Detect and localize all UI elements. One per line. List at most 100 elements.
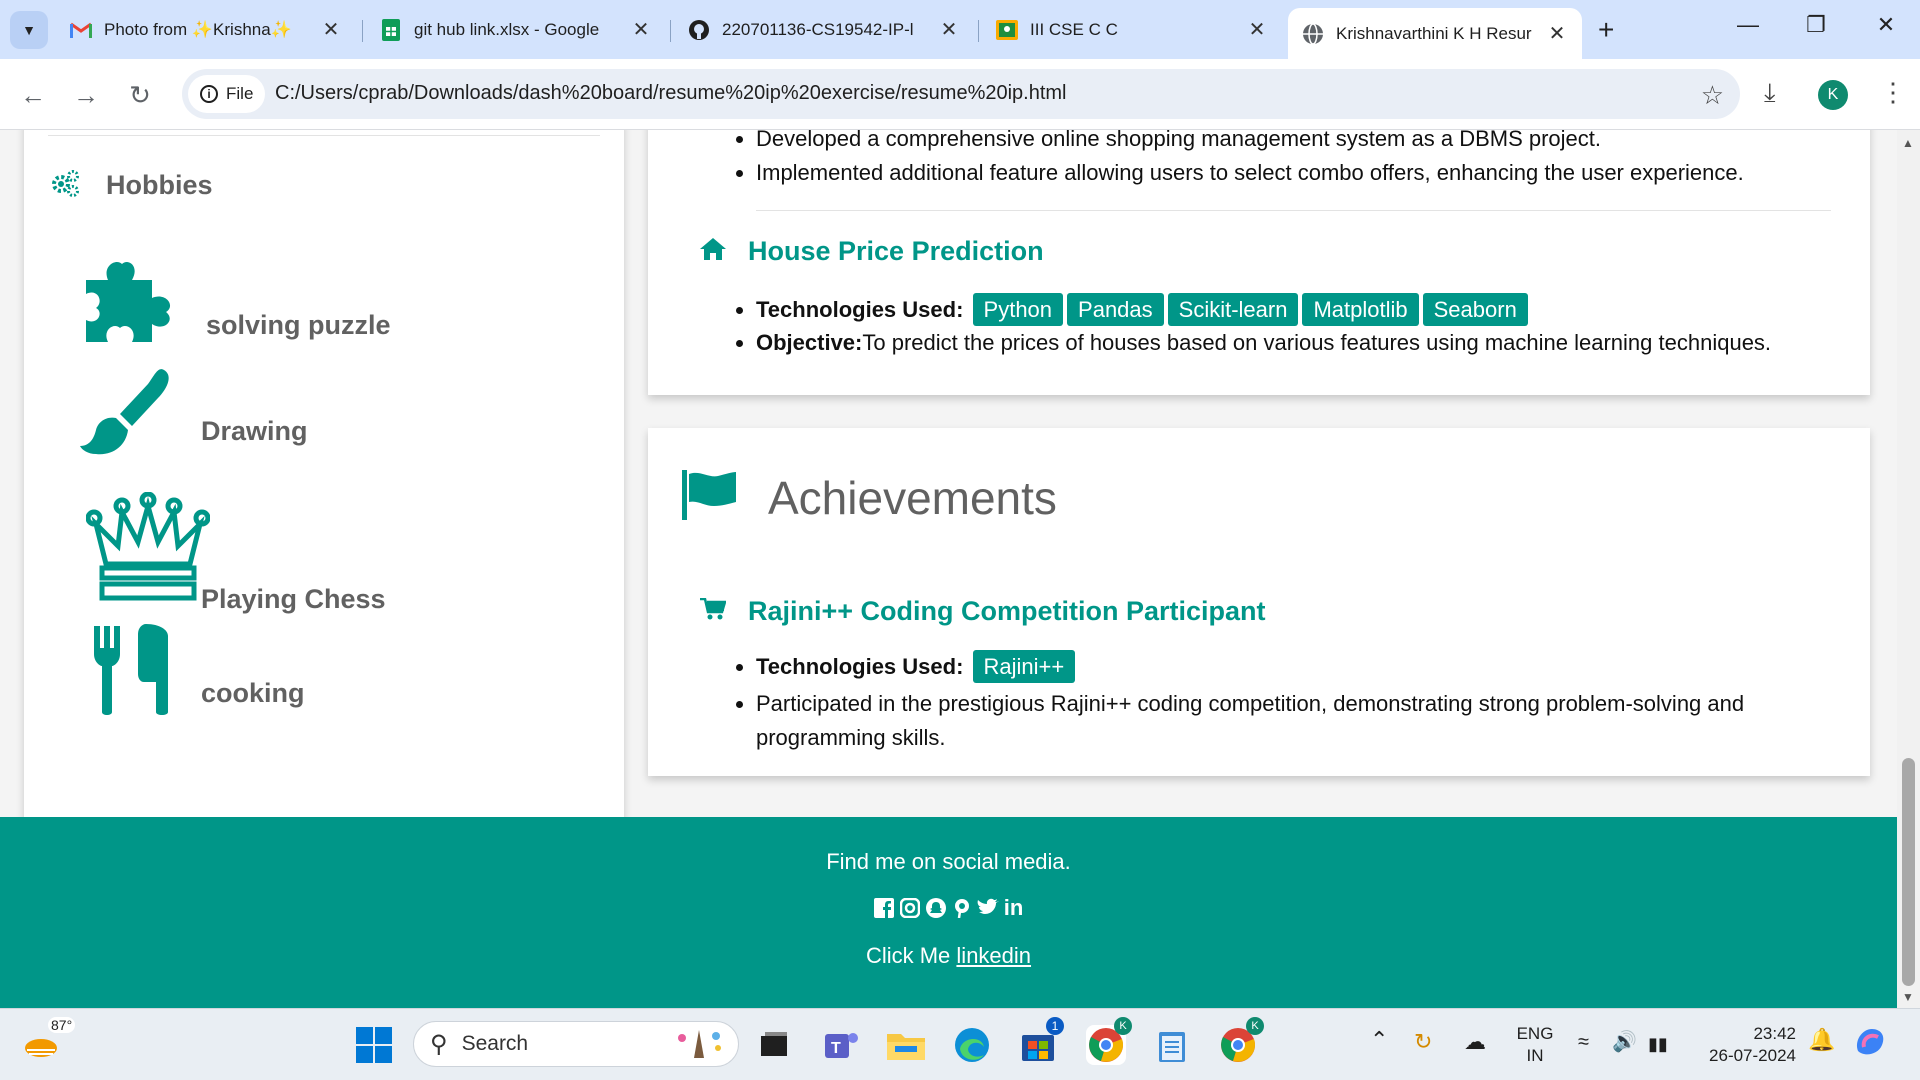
windows-start-icon[interactable] [354, 1025, 394, 1065]
url-text[interactable]: C:/Users/cprab/Downloads/dash%20board/re… [275, 82, 1067, 105]
tab-title: Photo from ✨Krishna✨ [104, 19, 292, 39]
linkedin-link[interactable]: linkedin [956, 943, 1031, 968]
copilot-icon[interactable] [1852, 1023, 1888, 1065]
sync-icon[interactable]: ↻ [1414, 1031, 1432, 1053]
project-title: House Price Prediction [748, 236, 1044, 266]
tab-separator [978, 20, 979, 42]
close-icon[interactable]: ✕ [320, 17, 342, 42]
tab-github[interactable]: 220701136-CS19542-IP-l ✕ [674, 8, 974, 51]
task-view-icon[interactable] [754, 1025, 794, 1065]
scrollbar-thumb[interactable] [1902, 758, 1915, 986]
file-explorer-icon[interactable] [886, 1025, 926, 1065]
home-icon [700, 238, 726, 265]
hobby-label: solving puzzle [206, 310, 391, 340]
tab-resume-active[interactable]: Krishnavarthini K H Resur ✕ [1288, 8, 1582, 59]
page-viewport: Hobbies solving puzzle Drawing Playing C… [0, 130, 1897, 1008]
notification-badge: 1 [1046, 1017, 1064, 1035]
profile-avatar[interactable]: K [1818, 80, 1848, 110]
weather-temperature: 87° [48, 1017, 76, 1033]
hobbies-heading: Hobbies [50, 168, 213, 203]
search-placeholder: Search [461, 1032, 529, 1055]
clock[interactable]: 23:42 26-07-2024 [1700, 1023, 1796, 1067]
volume-icon[interactable]: 🔊 [1612, 1031, 1637, 1053]
linkedin-icon[interactable]: in [1003, 895, 1025, 920]
chevron-up-icon[interactable]: ⌃ [1370, 1029, 1388, 1051]
clock-date: 26-07-2024 [1709, 1046, 1796, 1065]
objective-label: Objective: [756, 330, 863, 355]
list-item: Technologies Used: PythonPandasScikit-le… [756, 293, 1771, 326]
tech-label: Technologies Used: [756, 297, 964, 322]
tab-search-button[interactable]: ▼ [10, 11, 48, 49]
list-item: Objective:To predict the prices of house… [756, 330, 1771, 356]
teams-icon[interactable]: T [820, 1025, 860, 1065]
gears-icon [50, 168, 80, 203]
close-icon[interactable]: ✕ [938, 17, 960, 42]
close-icon[interactable]: ✕ [1246, 17, 1268, 42]
scroll-up-icon[interactable]: ▲ [1902, 136, 1914, 150]
paintbrush-icon [80, 366, 172, 463]
tech-tag: Pandas [1067, 293, 1164, 326]
chrome-icon[interactable]: K [1218, 1017, 1264, 1065]
back-arrow-icon[interactable]: ← [17, 79, 49, 111]
twitter-icon[interactable] [977, 897, 999, 919]
download-icon[interactable]: ⤓ [1764, 77, 1776, 109]
battery-icon[interactable]: ▮▮ [1648, 1033, 1668, 1055]
close-icon[interactable]: ✕ [1546, 21, 1568, 46]
chess-queen-icon [85, 491, 211, 609]
bookmark-star-icon[interactable]: ☆ [1701, 80, 1724, 111]
tab-sheets[interactable]: git hub link.xlsx - Google ✕ [366, 8, 666, 51]
minimize-button[interactable]: — [1728, 12, 1768, 38]
site-info-label: File [226, 84, 254, 103]
hobby-label: Playing Chess [201, 584, 386, 614]
tab-classroom[interactable]: III CSE C C ✕ [982, 8, 1282, 51]
globe-icon [1302, 22, 1324, 45]
puzzle-icon [86, 258, 174, 347]
cutlery-icon [94, 624, 170, 721]
chrome-icon-active[interactable]: K [1086, 1017, 1132, 1065]
facebook-icon[interactable] [873, 897, 895, 919]
notification-bell-icon[interactable]: 🔔 [1808, 1029, 1835, 1051]
restore-button[interactable]: ❐ [1796, 12, 1836, 38]
onedrive-icon[interactable]: ☁ [1464, 1031, 1486, 1053]
microsoft-store-icon[interactable]: 1 [1018, 1017, 1064, 1065]
tab-title: Krishnavarthini K H Resur [1336, 23, 1532, 43]
tech-label: Technologies Used: [756, 654, 964, 679]
scroll-down-icon[interactable]: ▼ [1902, 990, 1914, 1004]
language-indicator[interactable]: ENG IN [1514, 1023, 1556, 1067]
wifi-icon[interactable]: ≈ [1578, 1031, 1589, 1053]
close-window-button[interactable]: ✕ [1866, 12, 1906, 38]
tech-tag: Matplotlib [1302, 293, 1419, 326]
reload-icon[interactable]: ↻ [124, 79, 156, 111]
flag-icon [682, 470, 736, 525]
list-item: Technologies Used: Rajini++ [756, 650, 1816, 683]
new-tab-button[interactable]: + [1598, 14, 1614, 46]
edge-browser-icon[interactable] [952, 1025, 992, 1065]
site-info-chip[interactable]: i File [188, 75, 266, 113]
address-bar[interactable]: i File C:/Users/cprab/Downloads/dash%20b… [182, 69, 1740, 119]
notepad-icon[interactable] [1152, 1025, 1192, 1065]
projects-card: Developed a comprehensive online shoppin… [648, 130, 1870, 395]
weather-widget[interactable]: 87° [22, 1017, 76, 1065]
objective-text: To predict the prices of houses based on… [862, 330, 1772, 355]
tab-gmail[interactable]: Photo from ✨Krishna✨ ✕ [56, 8, 356, 51]
achievement-heading: Rajini++ Coding Competition Participant [700, 596, 1266, 627]
social-text: Find me on social media. [826, 849, 1071, 874]
social-icons: in [0, 895, 1897, 920]
tab-title: git hub link.xlsx - Google [414, 19, 600, 39]
info-icon: i [200, 85, 218, 103]
profile-initial: K [1827, 86, 1839, 103]
tech-tag: Seaborn [1422, 293, 1528, 326]
pinterest-icon[interactable] [951, 897, 973, 919]
sheets-icon [380, 18, 402, 41]
taskbar-search[interactable]: ⚲ Search [413, 1021, 739, 1067]
forward-arrow-icon[interactable]: → [70, 79, 102, 111]
snapchat-icon[interactable] [925, 897, 947, 919]
project-heading: House Price Prediction [700, 236, 1044, 267]
achievements-card: Achievements Rajini++ Coding Competition… [648, 428, 1870, 776]
windows-taskbar: 87° ⚲ Search T 1 K K ⌃ ↻ ☁ ENG IN ≈ 🔊 ▮▮… [0, 1008, 1920, 1080]
menu-kebab-icon[interactable]: ⋮ [1880, 77, 1906, 108]
instagram-icon[interactable] [899, 897, 921, 919]
chevron-down-icon: ▼ [22, 22, 36, 38]
page-scrollbar[interactable]: ▲ ▼ [1897, 130, 1920, 1008]
close-icon[interactable]: ✕ [630, 17, 652, 42]
